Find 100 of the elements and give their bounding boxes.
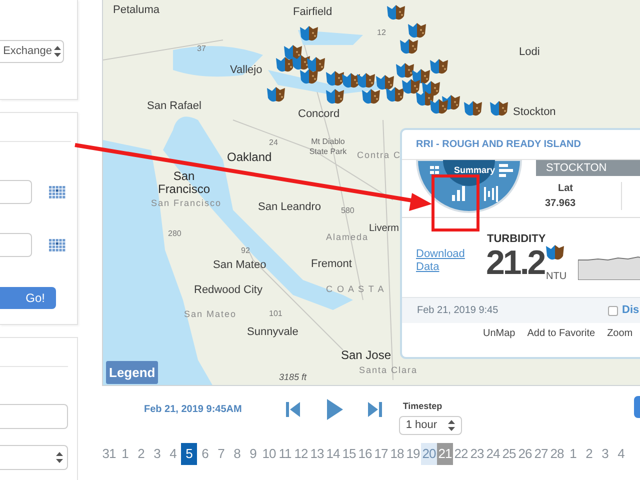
end-date-field[interactable] [0, 233, 32, 257]
legend-button[interactable]: Legend [106, 361, 158, 384]
download-data-link[interactable]: Download Data [416, 248, 476, 274]
map-label: San Mateo [184, 309, 237, 319]
display-label: Dis [622, 303, 640, 318]
day-tab[interactable]: 28 [549, 442, 565, 464]
water-marker-icon[interactable] [361, 88, 381, 105]
day-tab[interactable]: 7 [213, 442, 229, 464]
station-tab[interactable]: STOCKTON [536, 160, 640, 176]
water-marker-icon[interactable] [325, 70, 345, 87]
map-label: Lodi [519, 45, 540, 60]
day-tab[interactable]: 23 [469, 442, 485, 464]
day-tab[interactable]: 25 [501, 442, 517, 464]
map-label: 37 [197, 43, 206, 55]
skip-back-icon[interactable] [286, 402, 300, 417]
day-tab[interactable]: 3 [149, 442, 165, 464]
day-tab[interactable]: 5 [181, 442, 197, 464]
day-tab[interactable]: 12 [293, 442, 309, 464]
water-marker-icon[interactable] [489, 100, 509, 117]
day-tab[interactable]: 14 [325, 442, 341, 464]
source-select[interactable]: Exchange [0, 40, 64, 63]
waveform-icon[interactable] [484, 186, 498, 202]
map-label: 92 [241, 245, 250, 257]
calendar-icon[interactable] [49, 238, 66, 252]
day-tab[interactable]: 11 [277, 442, 293, 464]
day-tab[interactable]: 4 [165, 442, 181, 464]
popup-action-link[interactable]: UnMap [483, 326, 516, 341]
day-tab[interactable]: 27 [533, 442, 549, 464]
map-label: San Leandro [258, 200, 321, 215]
start-date-field[interactable] [0, 180, 32, 204]
map-label: Fremont [311, 257, 352, 272]
station-title: RRI - ROUGH AND READY ISLAND [416, 138, 582, 152]
water-marker-icon[interactable] [401, 78, 421, 95]
water-marker-icon[interactable] [429, 58, 449, 75]
day-tab[interactable]: 20 [421, 442, 437, 464]
day-tab[interactable]: 2 [133, 442, 149, 464]
day-tab[interactable]: 31 [101, 442, 117, 464]
water-marker-icon[interactable] [463, 100, 483, 117]
popup-action-link[interactable]: Zoom [607, 326, 633, 341]
bar-chart-icon[interactable] [452, 186, 465, 201]
map-label: Liverm [369, 222, 400, 236]
day-tab[interactable]: 24 [485, 442, 501, 464]
list-icon[interactable] [499, 164, 513, 177]
water-marker-icon[interactable] [299, 68, 319, 85]
lat-value: 37.963 [545, 197, 576, 211]
go-button[interactable]: Go! [0, 287, 56, 309]
water-marker-icon[interactable] [411, 68, 431, 85]
day-tab[interactable]: 13 [309, 442, 325, 464]
day-tab[interactable]: 10 [261, 442, 277, 464]
water-marker-icon[interactable] [306, 56, 326, 73]
day-tab[interactable]: 18 [389, 442, 405, 464]
map-label: C O A S T A [326, 284, 385, 294]
water-marker-icon[interactable] [386, 4, 406, 21]
day-tab[interactable]: 6 [197, 442, 213, 464]
water-marker-icon[interactable] [275, 56, 295, 73]
map-label: San Francisco [151, 198, 222, 208]
map-label: San Jose [341, 347, 392, 364]
water-marker-icon[interactable] [325, 88, 345, 105]
water-marker-icon[interactable] [356, 72, 376, 89]
skip-forward-icon[interactable] [368, 402, 382, 417]
water-marker-icon[interactable] [299, 25, 319, 42]
day-tab[interactable]: 8 [229, 442, 245, 464]
map-label: 280 [168, 228, 182, 240]
map-label: 101 [269, 308, 282, 320]
day-tab[interactable]: 19 [405, 442, 421, 464]
grid-icon[interactable] [430, 166, 439, 174]
water-marker-icon[interactable] [385, 86, 405, 103]
water-marker-icon[interactable] [429, 98, 449, 115]
water-marker-icon[interactable] [283, 44, 303, 61]
sparkline-chart [578, 254, 640, 280]
water-marker-icon [545, 244, 565, 261]
water-marker-icon[interactable] [399, 38, 419, 55]
day-tab[interactable]: 21 [437, 442, 453, 464]
water-marker-icon[interactable] [375, 74, 395, 91]
calendar-icon[interactable] [49, 186, 66, 198]
day-tab[interactable]: 17 [373, 442, 389, 464]
water-marker-icon[interactable] [407, 22, 427, 39]
map-label: Redwood City [194, 283, 262, 298]
text-input-field[interactable] [0, 404, 68, 429]
lat-label: Lat [558, 182, 573, 196]
day-tab[interactable]: 16 [357, 442, 373, 464]
day-tab[interactable]: 3 [597, 442, 613, 464]
day-tab[interactable]: 1 [565, 442, 581, 464]
day-tab[interactable]: 26 [517, 442, 533, 464]
water-marker-icon[interactable] [266, 86, 286, 103]
popup-action-link[interactable]: Add to Favorite [527, 326, 596, 341]
day-tab[interactable]: 9 [245, 442, 261, 464]
water-marker-icon[interactable] [395, 62, 415, 79]
day-tab[interactable]: 1 [117, 442, 133, 464]
map-label: 580 [341, 205, 354, 217]
play-icon[interactable] [326, 399, 343, 420]
current-timestamp: Feb 21, 2019 9:45AM [144, 403, 242, 417]
day-tab[interactable]: 15 [341, 442, 357, 464]
timestep-select[interactable]: 1 hour [398, 416, 462, 434]
day-tab[interactable]: 2 [581, 442, 597, 464]
day-tab[interactable]: 4 [613, 442, 629, 464]
timestep-label: Timestep [402, 400, 444, 413]
day-tab[interactable]: 22 [453, 442, 469, 464]
water-marker-icon[interactable] [415, 90, 435, 107]
display-checkbox[interactable] [608, 306, 618, 316]
